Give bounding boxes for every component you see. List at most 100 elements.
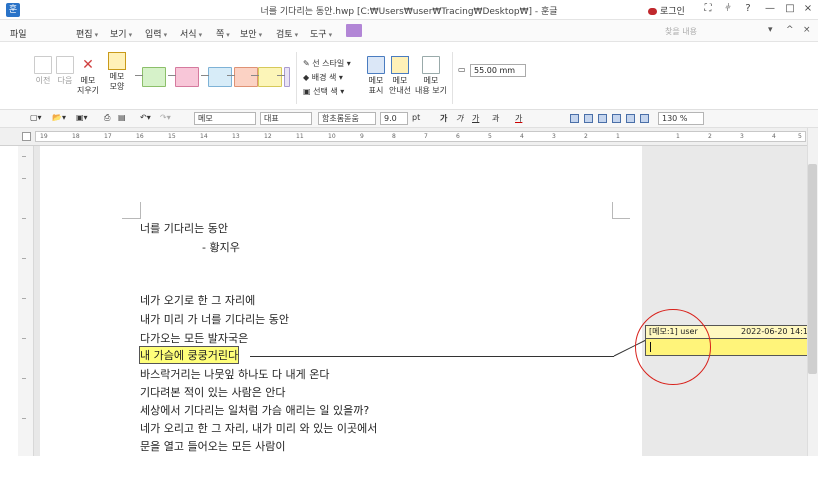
poem-line: 다가오는 모든 발자국은 [140, 332, 249, 345]
memo-date: 2022-06-20 14:10 [741, 327, 807, 336]
poem-author: - 황지우 [202, 241, 240, 254]
find-close-icon[interactable]: × [803, 25, 811, 35]
crop-mark [612, 218, 630, 219]
memo-style-2[interactable] [168, 67, 199, 87]
memo-style-1[interactable] [135, 67, 166, 87]
ribbon-toggle-icon[interactable]: ⫩ [720, 3, 736, 14]
select-color-button[interactable]: ▣ 선택 색 ▾ [303, 86, 344, 97]
save-icon[interactable]: ▣▾ [76, 113, 88, 122]
find-prev-icon[interactable]: ^ [786, 25, 794, 35]
window-title: 너를 기다리는 동안.hwp [C:₩Users₩user₩Tracing₩De… [260, 7, 558, 17]
underline-button[interactable]: 가 [472, 113, 479, 124]
find-input[interactable]: 찾을 내용 [665, 26, 697, 37]
highlight-circle [635, 309, 711, 385]
memo-show-icon [367, 56, 385, 74]
find-dropdown-icon[interactable]: ▾ [768, 25, 773, 35]
bottom-blank [0, 456, 835, 484]
align-center-icon[interactable] [598, 114, 607, 123]
memo-content-view-button[interactable]: 메모 내용 보기 [415, 56, 447, 96]
ruler-tick [22, 338, 26, 339]
prev-memo-icon [34, 56, 52, 74]
memo-style-3[interactable] [201, 67, 232, 87]
poem-line: 세상에서 기다리는 일처럼 가슴 애리는 일 있을까? [140, 404, 370, 417]
poem-line: 기다려본 적이 있는 사람은 안다 [140, 386, 286, 399]
poem-line: 바스락거리는 나뭇잎 하나도 다 내게 온다 [140, 368, 330, 381]
font-size-input[interactable]: 9.0 [380, 112, 408, 125]
help-button[interactable]: ? [740, 3, 756, 14]
tab-stop-selector-icon[interactable] [22, 132, 31, 141]
menu-view[interactable]: 보기 ▾ [110, 27, 132, 40]
poem-title: 너를 기다리는 동안 [140, 222, 228, 235]
undo-icon[interactable]: ↶▾ [140, 113, 151, 122]
poem-line: 네가 오기로 한 그 자리에 [140, 294, 256, 307]
line-style-button[interactable]: ✎ 선 스타일 ▾ [303, 58, 351, 69]
ribbon-divider [452, 52, 453, 104]
bold-button[interactable]: 가 [440, 113, 447, 124]
poem-line: 네가 오리고 한 그 자리, 내가 미리 와 있는 이곳에서 [140, 422, 378, 435]
memo-style-4[interactable] [227, 67, 258, 87]
crop-mark [612, 202, 613, 219]
poem-line: 문을 열고 들어오는 모든 사람이 [140, 440, 286, 453]
bg-color-button[interactable]: ◆ 배경 색 ▾ [303, 72, 343, 83]
memo-anchor-text[interactable]: 내 가슴에 쿵쿵거린다 [138, 346, 240, 364]
minimize-button[interactable]: — [762, 3, 778, 14]
align-justify-icon[interactable] [570, 114, 579, 123]
new-doc-icon[interactable]: ▢▾ [30, 113, 42, 122]
print-preview-icon[interactable]: ▤ [118, 113, 126, 122]
font-name-select[interactable]: 함초롬돋움 [318, 112, 376, 125]
login-button[interactable]: 로그인 [648, 4, 685, 17]
horizontal-ruler: 19 18 17 16 15 14 13 12 11 10 9 8 7 6 5 … [0, 128, 818, 146]
menu-file[interactable]: 파일 [10, 27, 27, 40]
menu-tools[interactable]: 도구 ▾ [310, 27, 332, 40]
memo-show-button[interactable]: 메모 표시 [364, 56, 388, 96]
menu-review[interactable]: 검토 ▾ [276, 27, 298, 40]
ruler-tick [22, 378, 26, 379]
close-button[interactable]: × [800, 3, 816, 14]
poem-line: 내가 미리 가 너를 기다리는 동안 [140, 313, 290, 326]
font-size-unit: pt [412, 113, 421, 122]
memo-guide-icon [391, 56, 409, 74]
menu-insert[interactable]: 입력 ▾ [145, 27, 167, 40]
next-memo-button[interactable]: 다음 [54, 56, 76, 86]
memo-tab-icon[interactable] [346, 24, 362, 37]
print-icon[interactable]: ⎙ [104, 113, 110, 123]
crop-mark [140, 202, 141, 219]
align-divide-icon[interactable] [640, 114, 649, 123]
delete-memo-button[interactable]: ✕ 메모 지우기 [74, 56, 102, 96]
ribbon-divider [296, 52, 297, 104]
font-kind-select[interactable]: 대표 [260, 112, 312, 125]
zoom-input[interactable]: 130 % [658, 112, 704, 125]
prev-memo-button[interactable]: 이전 [32, 56, 54, 86]
align-left-icon[interactable] [584, 114, 593, 123]
next-memo-icon [56, 56, 74, 74]
ruler-tick [22, 156, 26, 157]
vertical-ruler [18, 146, 34, 456]
fullscreen-icon[interactable]: ⛶ [700, 3, 716, 14]
style-select[interactable]: 메모 [194, 112, 256, 125]
ruler-strip: 19 18 17 16 15 14 13 12 11 10 9 8 7 6 5 … [35, 131, 806, 142]
menu-page[interactable]: 쪽 ▾ [216, 27, 230, 40]
text-color-button[interactable]: 가 [515, 113, 522, 124]
memo-guide-button[interactable]: 메모 안내선 [388, 56, 412, 96]
strike-button[interactable]: 과 [492, 113, 499, 124]
memo-leader-line [250, 356, 614, 357]
delete-memo-icon: ✕ [82, 57, 94, 73]
memo-shape-button[interactable]: 메모 모양 [104, 52, 130, 92]
login-icon [648, 8, 657, 15]
memo-style-5[interactable] [251, 67, 282, 87]
menu-security[interactable]: 보안 ▾ [240, 27, 262, 40]
ruler-tick [22, 298, 26, 299]
ruler-tick [22, 258, 26, 259]
open-doc-icon[interactable]: 📂▾ [52, 113, 66, 122]
memo-style-more[interactable] [277, 67, 290, 87]
align-right-icon[interactable] [612, 114, 621, 123]
redo-icon[interactable]: ↷▾ [160, 113, 171, 122]
ruler-tick [22, 178, 26, 179]
scrollbar-thumb[interactable] [808, 164, 817, 374]
maximize-button[interactable]: □ [782, 3, 798, 14]
menu-format[interactable]: 서식 ▾ [180, 27, 202, 40]
menu-edit[interactable]: 편집 ▾ [76, 27, 98, 40]
italic-button[interactable]: 가 [456, 113, 463, 124]
align-distribute-icon[interactable] [626, 114, 635, 123]
memo-width-input[interactable]: 55.00 mm [470, 64, 526, 77]
